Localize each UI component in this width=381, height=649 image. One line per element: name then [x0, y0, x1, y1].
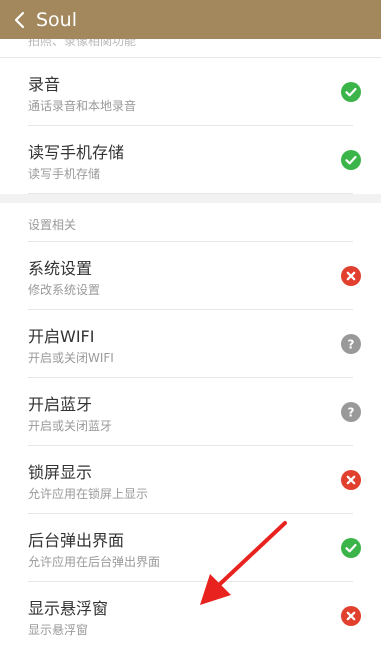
- permission-name: 录音: [28, 75, 61, 94]
- permission-item[interactable]: 锁屏显示允许应用在锁屏上显示: [28, 446, 361, 514]
- permission-desc: 拍照、录像相関功能: [28, 39, 137, 48]
- section-title: 设置相关: [28, 218, 77, 232]
- permission-group: 录音 通话录音和本地录音 读写手机存储 读写手机存储: [0, 58, 381, 194]
- back-button[interactable]: [0, 0, 40, 39]
- permission-desc: 通话录音和本地录音: [28, 99, 137, 113]
- permission-name: 开启蓝牙: [28, 395, 93, 414]
- section-divider: [0, 194, 381, 203]
- permission-desc: 修改系统设置: [28, 283, 101, 297]
- permission-desc: 开启或关闭蓝牙: [28, 419, 113, 433]
- page-title: Soul: [36, 8, 78, 31]
- question-circle-icon[interactable]: ?: [341, 334, 361, 354]
- check-circle-icon[interactable]: [341, 82, 361, 102]
- permission-name: 系统设置: [28, 259, 93, 278]
- permission-desc: 允许应用在锁屏上显示: [28, 487, 149, 501]
- permission-item[interactable]: 后台弹出界面允许应用在后台弹出界面: [28, 514, 361, 582]
- section-header: 设置相关: [28, 203, 353, 242]
- list-item-partial: 拍照、录像相関功能: [0, 39, 381, 58]
- permission-list: 拍照、录像相関功能 录音 通话录音和本地录音 读写手机存储 读写手机存储 设置相关 系…: [0, 39, 381, 649]
- close-circle-icon[interactable]: [341, 470, 361, 490]
- permission-name: 后台弹出界面: [28, 531, 125, 550]
- permission-desc: 显示悬浮窗: [28, 623, 89, 637]
- check-circle-icon[interactable]: [341, 150, 361, 170]
- question-circle-icon[interactable]: ?: [341, 402, 361, 422]
- permission-item[interactable]: 读写手机存储 读写手机存储: [28, 126, 361, 194]
- permission-item[interactable]: 录音通话录音和本地录音: [28, 58, 361, 126]
- check-circle-icon[interactable]: [341, 538, 361, 558]
- app-header: Soul: [0, 0, 381, 39]
- permission-item[interactable]: 开启蓝牙开启或关闭蓝牙?: [28, 378, 361, 446]
- close-circle-icon[interactable]: [341, 266, 361, 286]
- chevron-left-icon: [14, 11, 25, 28]
- permission-item[interactable]: 系统设置修改系统设置: [28, 242, 361, 310]
- close-circle-icon[interactable]: [341, 606, 361, 626]
- svg-text:?: ?: [348, 338, 355, 352]
- permission-item[interactable]: 开启WIFI 开启或关闭WIFI?: [28, 310, 361, 378]
- permission-name: 开启WIFI: [28, 327, 95, 346]
- permission-name: 读写手机存储: [28, 143, 125, 162]
- permission-group: 系统设置 修改系统设置 开启WIFI 开启或关闭WIFI? 开启蓝牙 开启或关闭蓝牙? 锁屏…: [0, 242, 381, 649]
- permission-item[interactable]: 显示悬浮窗 显示悬浮窗: [28, 582, 361, 649]
- permission-desc: 开启或关闭WIFI: [28, 351, 114, 365]
- permission-name: 显示悬浮窗: [28, 599, 109, 618]
- permission-desc: 允许应用在后台弹出界面: [28, 555, 161, 569]
- permission-name: 锁屏显示: [28, 463, 93, 482]
- permission-desc: 读写手机存储: [28, 167, 101, 181]
- svg-text:?: ?: [348, 406, 355, 420]
